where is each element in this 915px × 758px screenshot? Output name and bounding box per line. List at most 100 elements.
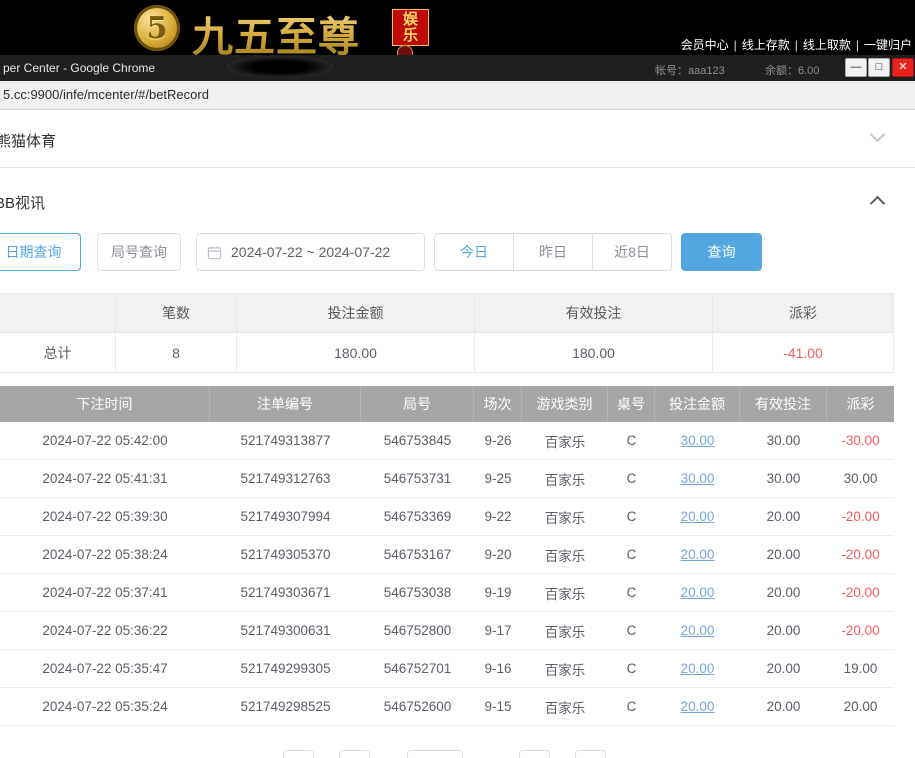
- cell-bet-time: 2024-07-22 05:38:24: [0, 536, 210, 573]
- cell-valid-bet: 30.00: [740, 460, 827, 497]
- summary-total-label: 总计: [0, 333, 115, 373]
- cell-table-number: C: [608, 460, 655, 497]
- minimize-button[interactable]: —: [845, 58, 867, 77]
- content: 熊猫体育 BB视讯 日期查询 局号查询 2024-07-22 ~ 2024-07…: [0, 110, 915, 758]
- today-button[interactable]: 今日: [434, 233, 514, 271]
- summary-bet-amount-value: 180.00: [236, 333, 474, 373]
- cell-bet-number: 521749303671: [210, 574, 361, 611]
- bet-amount-link[interactable]: 20.00: [681, 547, 715, 562]
- balance-info: 余额：6.00: [765, 62, 819, 78]
- account-info: 帐号：aaa123: [655, 62, 725, 78]
- cell-valid-bet: 20.00: [740, 574, 827, 611]
- cell-round-number: 546753369: [361, 498, 474, 535]
- cell-bet-number: 521749307994: [210, 498, 361, 535]
- pagination-page-button[interactable]: [339, 750, 370, 758]
- nav-link-one-key-transfer[interactable]: 一键归户: [864, 38, 912, 52]
- bet-amount-link[interactable]: 20.00: [681, 623, 715, 638]
- chevron-up-icon[interactable]: [870, 196, 886, 212]
- pagination-size-select[interactable]: [407, 750, 463, 758]
- cell-game-type: 百家乐: [522, 536, 608, 573]
- brand-seal-char-bottom: 乐: [403, 28, 418, 44]
- cell-table-number: C: [608, 650, 655, 687]
- search-button[interactable]: 查询: [681, 233, 762, 271]
- brand-coin-number: 5: [147, 11, 168, 46]
- cell-bet-amount: 30.00: [655, 460, 740, 497]
- nav-link-deposit[interactable]: 线上存款: [742, 38, 790, 52]
- cell-bet-number: 521749313877: [210, 422, 361, 459]
- nav-separator: |: [795, 38, 798, 52]
- cell-round-number: 546753845: [361, 422, 474, 459]
- summary-count-value: 8: [115, 333, 236, 373]
- cell-table-number: C: [608, 688, 655, 725]
- cell-bet-time: 2024-07-22 05:36:22: [0, 612, 210, 649]
- table-row: 2024-07-22 05:42:00 521749313877 5467538…: [0, 422, 894, 460]
- round-query-tab[interactable]: 局号查询: [97, 233, 181, 271]
- cell-table-number: C: [608, 574, 655, 611]
- pagination-next-button[interactable]: [519, 750, 550, 758]
- bet-table: 下注时间 注单编号 局号 场次 游戏类别 桌号 投注金额 有效投注 派彩 202…: [0, 386, 894, 726]
- summary-header-bet-amount: 投注金额: [236, 293, 474, 333]
- section-panda-sports[interactable]: 熊猫体育: [0, 110, 915, 168]
- last-8-days-button[interactable]: 近8日: [592, 233, 672, 271]
- cell-bet-time: 2024-07-22 05:35:47: [0, 650, 210, 687]
- cell-session: 9-26: [474, 422, 522, 459]
- table-row: 2024-07-22 05:39:30 521749307994 5467533…: [0, 498, 894, 536]
- cell-bet-time: 2024-07-22 05:39:30: [0, 498, 210, 535]
- close-button[interactable]: ✕: [892, 58, 914, 77]
- cell-bet-amount: 20.00: [655, 650, 740, 687]
- summary-header-count: 笔数: [115, 293, 236, 333]
- cell-table-number: C: [608, 612, 655, 649]
- cell-game-type: 百家乐: [522, 612, 608, 649]
- bet-amount-link[interactable]: 30.00: [681, 471, 715, 486]
- quick-range-group: 今日 昨日 近8日: [434, 233, 672, 271]
- summary-payout-value: -41.00: [712, 333, 894, 373]
- cell-bet-number: 521749300631: [210, 612, 361, 649]
- cell-session: 9-15: [474, 688, 522, 725]
- col-bet-number: 注单编号: [210, 386, 361, 422]
- table-row: 2024-07-22 05:36:22 521749300631 5467528…: [0, 612, 894, 650]
- cell-table-number: C: [608, 536, 655, 573]
- cell-bet-time: 2024-07-22 05:42:00: [0, 422, 210, 459]
- brand-coin-icon: 5: [134, 5, 180, 51]
- pagination-jump-input[interactable]: [575, 750, 606, 758]
- section-bb-video[interactable]: BB视讯: [0, 168, 915, 233]
- cell-table-number: C: [608, 422, 655, 459]
- bet-table-header: 下注时间 注单编号 局号 场次 游戏类别 桌号 投注金额 有效投注 派彩: [0, 386, 894, 422]
- cell-valid-bet: 20.00: [740, 688, 827, 725]
- cell-round-number: 546752701: [361, 650, 474, 687]
- cell-payout: 19.00: [827, 650, 894, 687]
- cell-session: 9-25: [474, 460, 522, 497]
- cell-bet-number: 521749305370: [210, 536, 361, 573]
- cell-round-number: 546753038: [361, 574, 474, 611]
- table-row: 2024-07-22 05:35:47 521749299305 5467527…: [0, 650, 894, 688]
- address-bar[interactable]: 5.cc:9900/infe/mcenter/#/betRecord: [0, 81, 915, 110]
- bet-amount-link[interactable]: 20.00: [681, 699, 715, 714]
- cell-bet-amount: 20.00: [655, 574, 740, 611]
- nav-link-withdraw[interactable]: 线上取款: [803, 38, 851, 52]
- col-bet-time: 下注时间: [0, 386, 210, 422]
- col-bet-amount: 投注金额: [655, 386, 740, 422]
- url-text[interactable]: 5.cc:9900/infe/mcenter/#/betRecord: [3, 87, 209, 102]
- summary-valid-bet-value: 180.00: [474, 333, 712, 373]
- cell-session: 9-19: [474, 574, 522, 611]
- bet-amount-link[interactable]: 20.00: [681, 585, 715, 600]
- pagination-prev-button[interactable]: [283, 750, 314, 758]
- yesterday-button[interactable]: 昨日: [513, 233, 593, 271]
- cell-payout: -20.00: [827, 574, 894, 611]
- nav-link-member-center[interactable]: 会员中心: [681, 38, 729, 52]
- cell-bet-number: 521749299305: [210, 650, 361, 687]
- cell-game-type: 百家乐: [522, 422, 608, 459]
- cell-round-number: 546752600: [361, 688, 474, 725]
- cell-payout: -20.00: [827, 612, 894, 649]
- date-query-tab[interactable]: 日期查询: [0, 233, 81, 271]
- bet-amount-link[interactable]: 30.00: [681, 433, 715, 448]
- date-range-input[interactable]: 2024-07-22 ~ 2024-07-22: [196, 233, 425, 271]
- bet-amount-link[interactable]: 20.00: [681, 509, 715, 524]
- summary-header-valid-bet: 有效投注: [474, 293, 712, 333]
- maximize-button[interactable]: □: [868, 58, 890, 77]
- bet-amount-link[interactable]: 20.00: [681, 661, 715, 676]
- chevron-down-icon[interactable]: [870, 127, 886, 143]
- cell-bet-amount: 20.00: [655, 612, 740, 649]
- table-row: 2024-07-22 05:37:41 521749303671 5467530…: [0, 574, 894, 612]
- section-title-bb-video: BB视讯: [0, 192, 45, 213]
